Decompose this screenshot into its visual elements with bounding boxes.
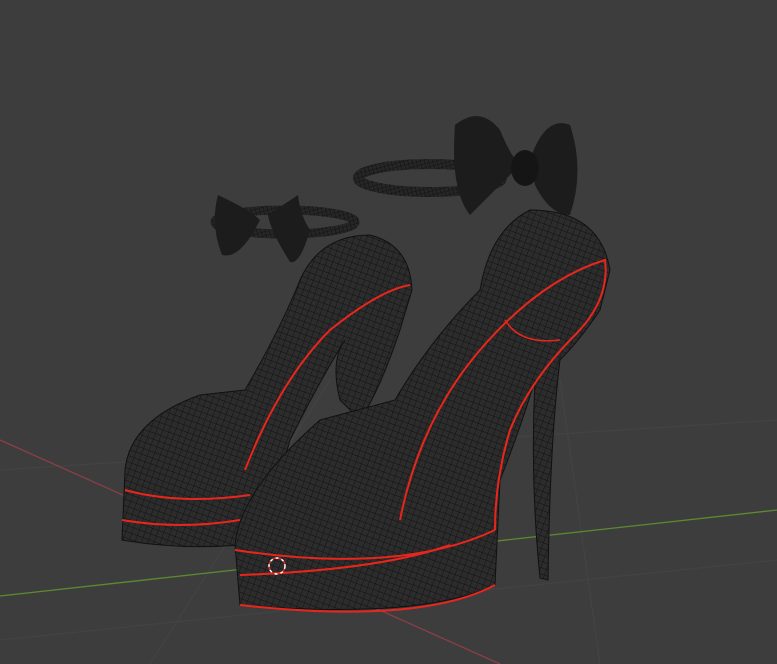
right-bow-strap[interactable] (353, 116, 578, 215)
viewport-canvas[interactable] (0, 0, 777, 664)
bow-knot (511, 150, 539, 186)
3d-viewport[interactable] (0, 0, 777, 664)
